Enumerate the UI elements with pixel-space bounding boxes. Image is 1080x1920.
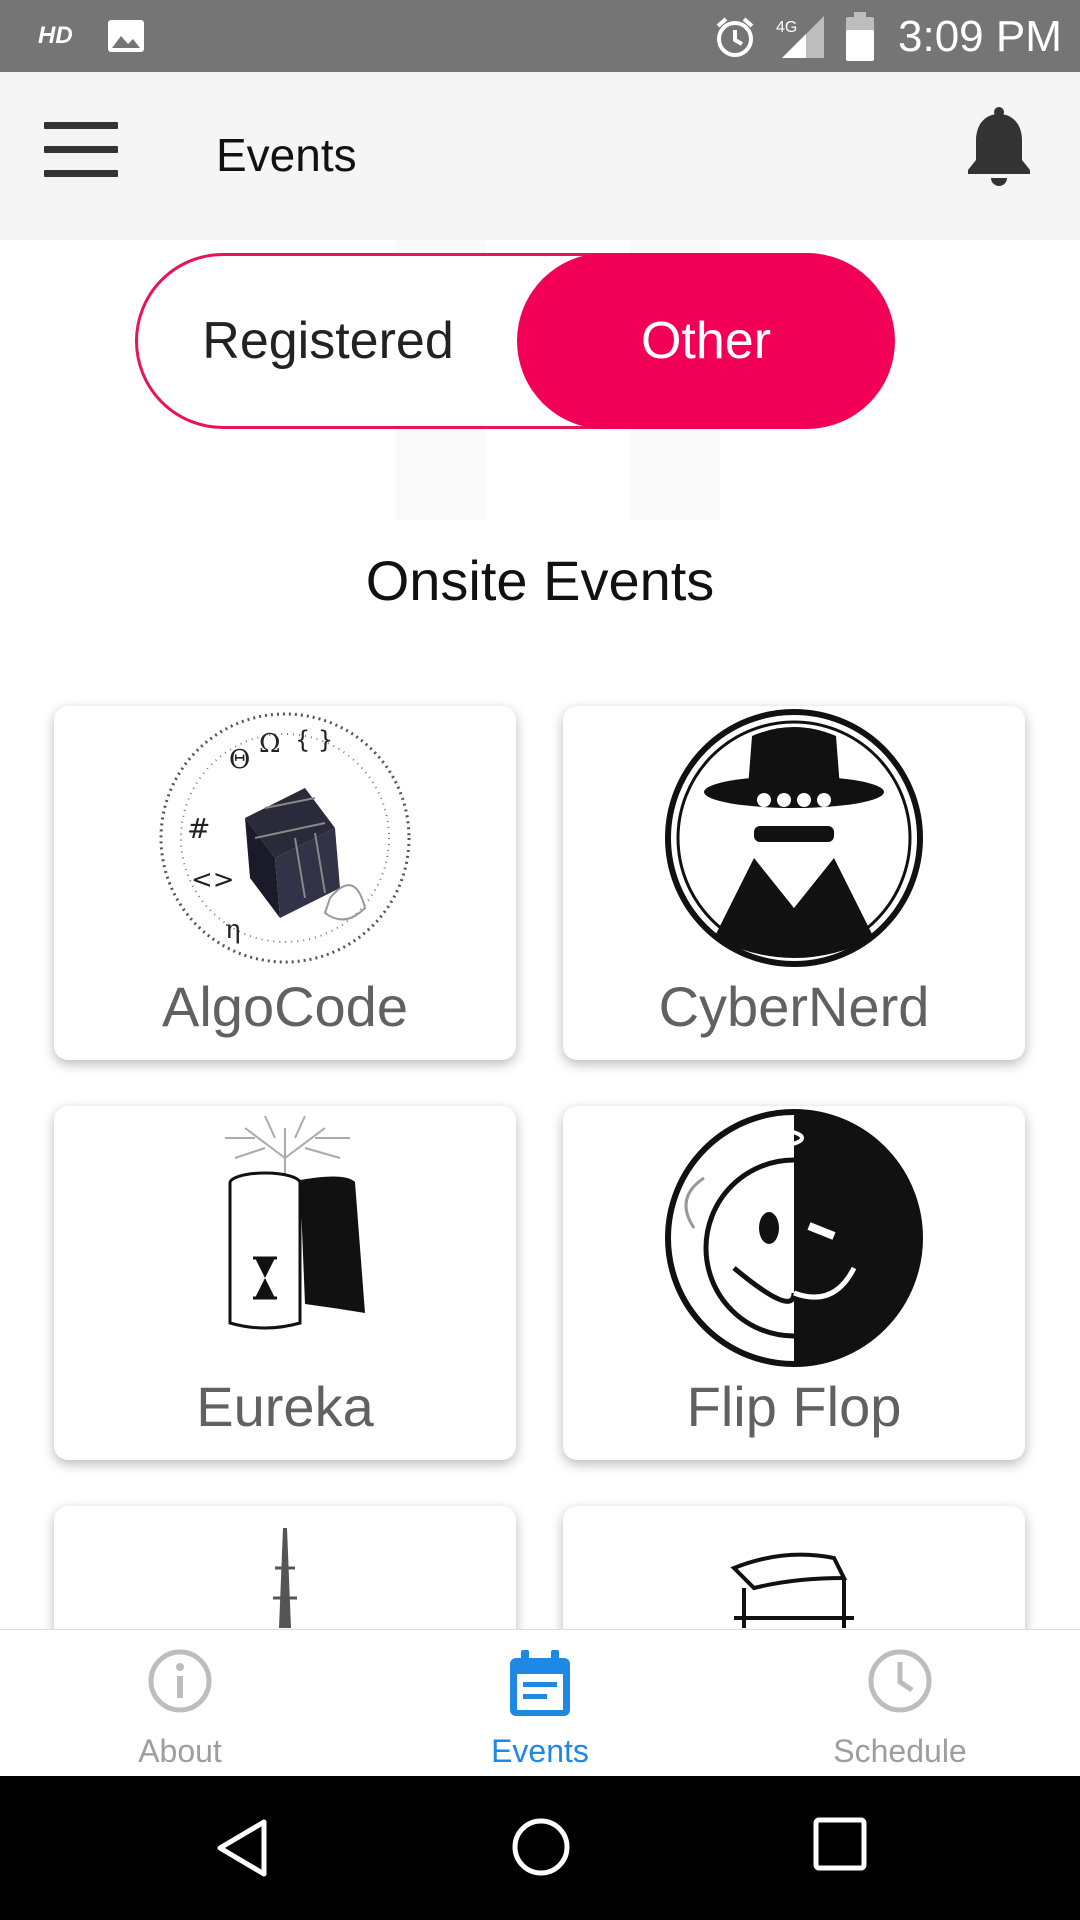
rubiks-cube-logo: Θ Ω { } # <> η [159,712,411,964]
event-name: CyberNerd [658,975,930,1038]
nav-about-label: About [138,1733,222,1769]
nav-schedule-label: Schedule [833,1733,967,1769]
toggle-registered[interactable]: Registered [138,256,518,426]
calendar-icon [510,1650,570,1716]
hourglass-tree-logo [225,1115,365,1330]
hd-label: HD [38,22,73,49]
status-bar: HD 4G 3:09 PM [0,0,1080,72]
home-icon[interactable] [510,1816,572,1878]
section-title: Onsite Events [365,549,715,612]
event-name: AlgoCode [162,975,408,1038]
back-icon[interactable] [212,1816,272,1880]
alarm-icon [712,14,758,65]
signal-icon: 4G [776,14,826,65]
svg-text:η: η [225,915,241,945]
page-title: Events [216,129,357,181]
svg-text:{ }: { } [295,726,333,754]
battery-icon [846,12,874,67]
clock-time: 3:09 PM [898,12,1062,61]
bottom-navigation: About Events Schedule [0,1629,1080,1777]
event-card-flipflop[interactable]: Flip Flop [563,1106,1025,1460]
toggle-other[interactable]: Other [517,253,895,429]
event-type-toggle: Registered Other [135,253,895,429]
nav-about[interactable]: About [0,1630,360,1777]
app-bar: Events [0,72,1080,240]
svg-text:#: # [187,812,210,845]
event-card-algocode[interactable]: Θ Ω { } # <> η AlgoCode [54,706,516,1060]
image-icon [106,16,146,61]
recents-icon[interactable] [812,1816,868,1872]
nav-schedule[interactable]: Schedule [720,1630,1080,1777]
spy-hat-logo [665,709,923,967]
bell-icon[interactable] [964,106,1034,195]
svg-text:Θ: Θ [229,745,250,775]
event-name: Eureka [196,1375,374,1438]
info-icon [148,1649,212,1713]
event-card-cybernerd[interactable]: CyberNerd [563,706,1025,1060]
system-navigation-bar [0,1776,1080,1920]
svg-text:4G: 4G [776,19,797,36]
nav-events[interactable]: Events [360,1630,720,1777]
event-card-eureka[interactable]: Eureka [54,1106,516,1460]
clock-icon [868,1649,932,1713]
nav-events-label: Events [491,1733,589,1769]
angel-devil-face-logo [665,1109,923,1367]
event-name: Flip Flop [686,1375,902,1438]
hamburger-menu-icon[interactable] [44,122,118,184]
svg-text:<>: <> [191,865,235,895]
svg-text:Ω: Ω [259,729,281,759]
